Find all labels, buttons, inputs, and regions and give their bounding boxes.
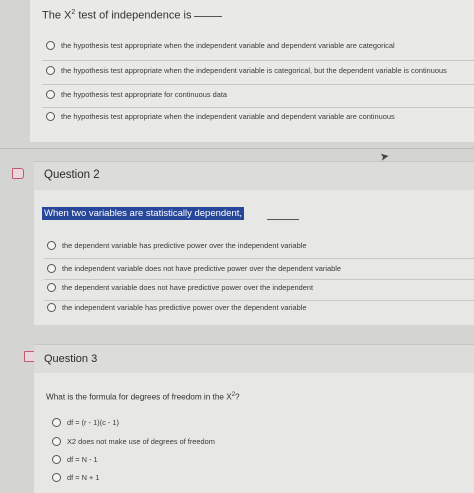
radio-button[interactable] [52, 473, 61, 482]
q3-option-2[interactable]: X2 does not make use of degrees of freed… [52, 437, 215, 446]
q3-option-1[interactable]: df = (r - 1)(c - 1) [52, 418, 119, 427]
radio-button[interactable] [47, 283, 56, 292]
option-label: df = (r - 1)(c - 1) [67, 418, 119, 427]
radio-button[interactable] [46, 112, 55, 121]
q1-option-4[interactable]: the hypothesis test appropriate when the… [46, 112, 395, 121]
radio-button[interactable] [47, 303, 56, 312]
radio-button[interactable] [46, 41, 55, 50]
option-divider [42, 60, 474, 61]
question-1-panel: The X2 test of independence is the hypot… [30, 0, 474, 142]
section-divider [0, 148, 474, 149]
radio-button[interactable] [47, 264, 56, 273]
answer-blank [194, 15, 223, 17]
question-3-prompt-tail: ? [235, 392, 240, 402]
q1-option-2[interactable]: the hypothesis test appropriate when the… [46, 66, 447, 75]
option-label: the dependent variable does not have pre… [62, 283, 314, 292]
option-divider [44, 258, 474, 259]
q1-option-1[interactable]: the hypothesis test appropriate when the… [46, 41, 395, 50]
option-label: the independent variable does not have p… [62, 264, 341, 273]
option-label: the independent variable has predictive … [62, 303, 307, 312]
radio-button[interactable] [52, 437, 61, 446]
q3-option-3[interactable]: df = N - 1 [52, 455, 98, 464]
option-label: the hypothesis test appropriate when the… [61, 66, 447, 75]
option-label: the hypothesis test appropriate for cont… [61, 90, 227, 99]
q2-option-1[interactable]: the dependent variable has predictive po… [47, 241, 306, 250]
question-3-prompt: What is the formula for degrees of freed… [46, 392, 240, 402]
question-1-prompt-lead: The X [42, 9, 72, 22]
option-label: the dependent variable has predictive po… [62, 241, 307, 250]
option-label: X2 does not make use of degrees of freed… [67, 437, 215, 446]
option-divider [42, 84, 474, 85]
option-label: df = N + 1 [67, 473, 100, 482]
option-divider [44, 279, 474, 280]
question-1-prompt: The X2 test of independence is [42, 9, 223, 22]
option-divider [42, 107, 474, 108]
radio-button[interactable] [52, 418, 61, 427]
q2-option-2[interactable]: the independent variable does not have p… [47, 264, 341, 273]
question-2-body: When two variables are statistically dep… [34, 190, 474, 325]
radio-button[interactable] [46, 66, 55, 75]
option-label: df = N - 1 [67, 455, 98, 464]
question-3-prompt-lead: What is the formula for degrees of freed… [46, 392, 232, 402]
q3-option-4[interactable]: df = N + 1 [52, 473, 99, 482]
question-2-prompt: When two variables are statistically dep… [42, 207, 245, 220]
radio-button[interactable] [47, 241, 56, 250]
option-label: the hypothesis test appropriate when the… [61, 41, 395, 50]
radio-button[interactable] [46, 90, 55, 99]
question-2-header: Question 2 [34, 161, 474, 191]
q2-option-4[interactable]: the independent variable has predictive … [47, 303, 306, 312]
q1-option-3[interactable]: the hypothesis test appropriate for cont… [46, 90, 227, 99]
radio-button[interactable] [52, 455, 61, 464]
question-1-prompt-tail: test of independence is [75, 9, 192, 22]
flag-icon[interactable] [12, 168, 24, 179]
option-divider [44, 300, 474, 301]
question-2-title: Question 2 [44, 169, 100, 181]
question-3-header: Question 3 [34, 344, 474, 374]
question-3-body: What is the formula for degrees of freed… [34, 373, 474, 493]
option-label: the hypothesis test appropriate when the… [61, 112, 395, 121]
q2-option-3[interactable]: the dependent variable does not have pre… [47, 283, 313, 292]
question-3-title: Question 3 [44, 353, 98, 365]
answer-blank [267, 219, 299, 220]
